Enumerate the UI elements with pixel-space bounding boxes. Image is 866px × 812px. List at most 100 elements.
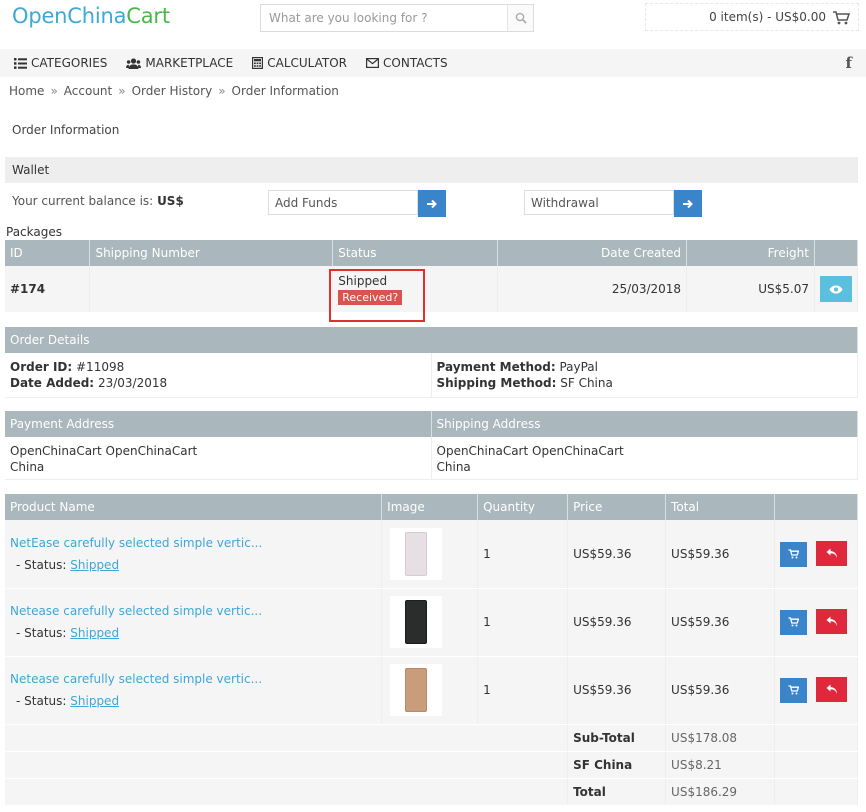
package-actions — [814, 266, 859, 312]
breadcrumb: Home » Account » Order History » Order I… — [9, 84, 339, 98]
table-row: Order ID: #11098 Date Added: 23/03/2018 … — [5, 353, 858, 398]
col-total: Total — [665, 494, 775, 520]
facebook-icon[interactable]: f — [846, 54, 852, 72]
reorder-button[interactable] — [780, 609, 807, 635]
col-quantity: Quantity — [477, 494, 569, 520]
col-product-actions — [774, 494, 858, 520]
totals-spacer — [5, 724, 569, 752]
product-image — [405, 600, 428, 644]
product-thumbnail[interactable] — [390, 596, 443, 648]
wallet-heading: Wallet — [5, 157, 858, 183]
add-funds-input[interactable] — [268, 190, 418, 215]
product-actions — [774, 656, 858, 725]
product-status: - Status: Shipped — [10, 694, 376, 708]
payment-address-line2: China — [10, 460, 45, 474]
product-total: US$59.36 — [665, 520, 775, 589]
reorder-button[interactable] — [780, 541, 807, 567]
table-row: Netease carefully selected simple vertic… — [5, 656, 858, 725]
nav-calculator[interactable]: CALCULATOR — [252, 56, 347, 70]
product-name-cell: Netease carefully selected simple vertic… — [5, 656, 383, 725]
shipping-label: SF China — [567, 751, 667, 779]
totals-spacer — [774, 724, 858, 752]
shipping-address-heading: Shipping Address — [431, 411, 858, 437]
breadcrumb-order-information[interactable]: Order Information — [232, 84, 339, 98]
nav-categories-label: CATEGORIES — [31, 56, 108, 70]
cart-icon — [788, 685, 799, 695]
breadcrumb-account[interactable]: Account — [64, 84, 112, 98]
withdrawal-button[interactable] — [674, 190, 702, 217]
col-freight: Freight — [686, 240, 815, 266]
list-icon — [14, 57, 27, 69]
search-button[interactable] — [507, 5, 533, 31]
breadcrumb-order-history[interactable]: Order History — [132, 84, 213, 98]
product-link[interactable]: Netease carefully selected simple vertic… — [10, 604, 376, 618]
col-image: Image — [381, 494, 479, 520]
product-status-link[interactable]: Shipped — [70, 626, 119, 640]
packages-label: Packages — [6, 225, 62, 239]
addresses-table: Payment Address Shipping Address OpenChi… — [5, 411, 858, 480]
shipping-row: SF China US$8.21 — [5, 751, 858, 779]
product-link[interactable]: NetEase carefully selected simple vertic… — [10, 536, 376, 550]
reply-icon — [826, 684, 837, 695]
page-title: Order Information — [12, 123, 120, 137]
add-funds-button[interactable] — [418, 190, 446, 217]
arrow-right-icon — [427, 199, 437, 208]
package-shipping-number — [89, 266, 334, 312]
subtotal-row: Sub-Total US$178.08 — [5, 724, 858, 752]
product-status-link[interactable]: Shipped — [70, 694, 119, 708]
subtotal-value: US$178.08 — [665, 724, 775, 752]
col-id: ID — [5, 240, 91, 266]
view-package-button[interactable] — [819, 276, 852, 302]
eye-icon — [829, 285, 843, 293]
users-icon — [126, 57, 142, 69]
product-quantity: 1 — [477, 520, 569, 589]
return-button[interactable] — [816, 541, 847, 566]
wallet-balance-value: US$ — [157, 194, 184, 208]
package-id: #174 — [5, 266, 91, 312]
shipping-method-label: Shipping Method: — [436, 376, 557, 390]
product-thumbnail[interactable] — [390, 527, 443, 580]
shipping-value: US$8.21 — [665, 751, 775, 779]
product-image — [405, 531, 428, 576]
product-link[interactable]: Netease carefully selected simple vertic… — [10, 672, 376, 686]
envelope-icon — [366, 58, 380, 68]
product-quantity: 1 — [477, 656, 569, 725]
total-row: Total US$186.29 — [5, 778, 858, 806]
product-actions — [774, 520, 858, 589]
product-name-cell: NetEase carefully selected simple vertic… — [5, 520, 383, 589]
logo-text-cart: Cart — [126, 4, 170, 28]
payment-method-value: PayPal — [559, 360, 598, 374]
totals-spacer — [774, 778, 858, 806]
return-button[interactable] — [816, 677, 847, 703]
totals-spacer — [774, 751, 858, 779]
add-funds-form — [268, 190, 446, 217]
breadcrumb-separator: » — [218, 84, 226, 98]
total-value: US$186.29 — [665, 778, 775, 806]
col-shipping-number: Shipping Number — [89, 240, 334, 266]
nav-categories[interactable]: CATEGORIES — [14, 56, 107, 70]
return-button[interactable] — [816, 609, 847, 635]
product-quantity: 1 — [477, 588, 569, 657]
cart-icon — [788, 617, 799, 627]
table-row: NetEase carefully selected simple vertic… — [5, 520, 858, 589]
nav-contacts[interactable]: CONTACTS — [366, 56, 448, 70]
search-input[interactable] — [261, 5, 507, 31]
product-actions — [774, 588, 858, 657]
product-status-link[interactable]: Shipped — [70, 558, 119, 572]
shopping-cart-icon — [833, 10, 850, 24]
table-row: Netease carefully selected simple vertic… — [5, 588, 858, 657]
shipping-address-line2: China — [436, 460, 471, 474]
table-row: #174 Shipped Received? 25/03/2018 US$5.0… — [5, 266, 859, 312]
search-icon — [515, 12, 527, 24]
cart-summary-text: 0 item(s) - US$0.00 — [709, 10, 826, 24]
cart-summary[interactable]: 0 item(s) - US$0.00 — [645, 3, 859, 31]
withdrawal-input[interactable] — [524, 190, 674, 215]
nav-marketplace[interactable]: MARKETPLACE — [126, 56, 233, 70]
reorder-button[interactable] — [780, 677, 807, 703]
shipping-address-line1: OpenChinaCart OpenChinaCart — [436, 444, 624, 458]
product-total: US$59.36 — [665, 588, 775, 657]
site-logo[interactable]: OpenChinaCart — [12, 4, 170, 28]
col-actions — [814, 240, 859, 266]
product-thumbnail[interactable] — [390, 664, 443, 716]
breadcrumb-home[interactable]: Home — [9, 84, 44, 98]
